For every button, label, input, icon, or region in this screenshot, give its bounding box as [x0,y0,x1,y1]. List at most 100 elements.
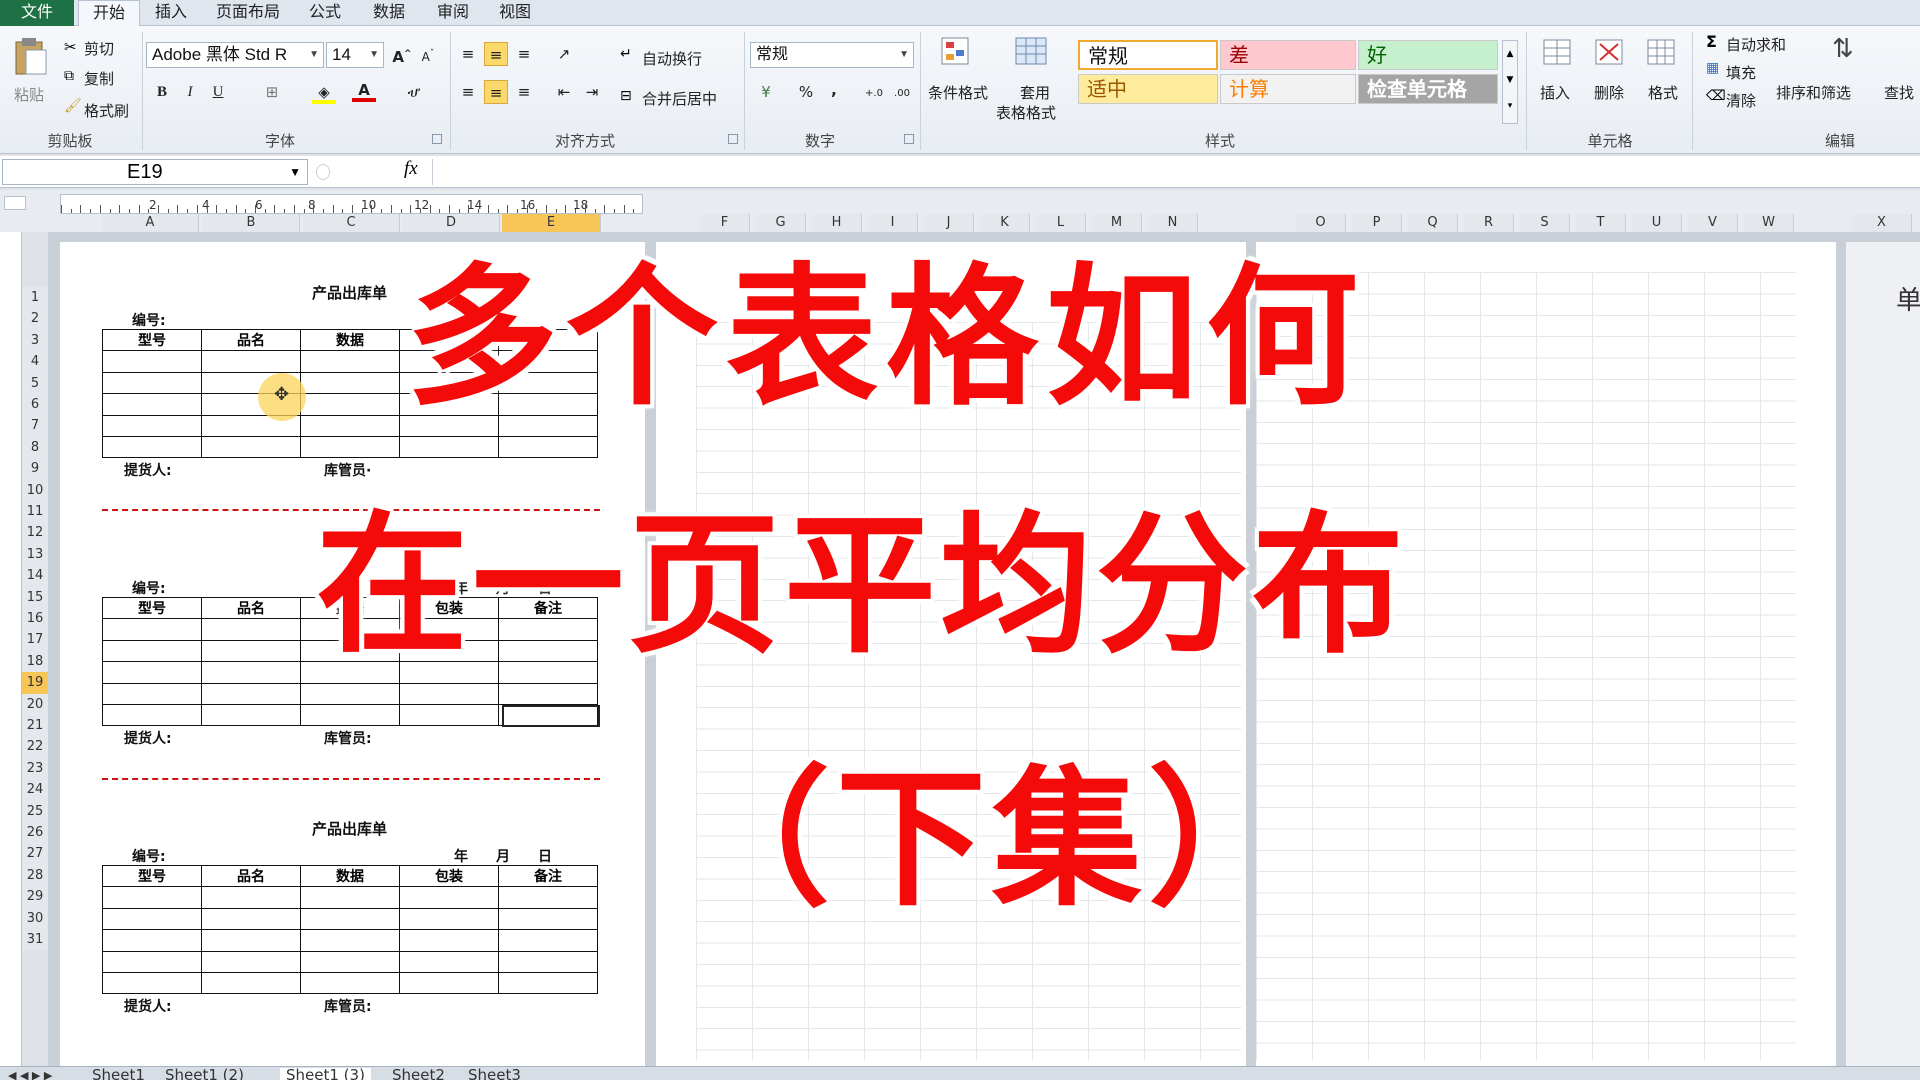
row-header-6[interactable]: 6 [22,394,48,416]
row-header-26[interactable]: 26 [22,822,48,844]
font-size-combo[interactable]: 14 ▼ [326,42,384,68]
row-header-3[interactable]: 3 [22,329,48,352]
table-cell[interactable] [102,639,202,663]
cell-style-5[interactable]: 检查单元格 [1358,74,1498,104]
sheet-tab[interactable]: Sheet1 (2) [165,1068,244,1080]
table-header-cell[interactable]: 型号 [102,864,202,888]
table-cell[interactable] [201,703,301,727]
decrease-decimal-icon[interactable]: .00 [890,82,914,106]
table-cell[interactable] [399,703,499,727]
table-header-cell[interactable]: 数据 [300,864,400,888]
formula-input[interactable] [432,159,1916,185]
sort-filter-button[interactable]: 排序和筛选 [1776,82,1851,103]
tab-formulas[interactable]: 公式 [300,0,350,26]
tab-page-layout[interactable]: 页面布局 [208,0,288,26]
table-cell[interactable] [201,639,301,663]
tab-review[interactable]: 审阅 [428,0,478,26]
table-header-cell[interactable]: 备注 [498,864,598,888]
table-cell[interactable] [300,350,400,373]
cell-style-2[interactable]: 好 [1358,40,1498,70]
row-header-28[interactable]: 28 [22,864,48,887]
row-header-24[interactable]: 24 [22,779,48,801]
table-cell[interactable] [498,682,598,705]
merge-center-button[interactable]: 合并后居中 [642,88,717,109]
column-header-c[interactable]: C [303,214,400,232]
row-header-21[interactable]: 21 [22,715,48,737]
styles-scroll-icon[interactable]: ▲ ▼ ▾ [1502,40,1518,124]
underline-button[interactable]: U [206,80,230,104]
table-cell[interactable] [201,618,301,641]
table-cell[interactable] [201,682,301,705]
table-cell[interactable] [300,703,400,727]
table-cell[interactable] [102,703,202,727]
row-header-13[interactable]: 13 [22,543,48,566]
table-cell[interactable] [102,661,202,684]
font-dialog-launcher-icon[interactable] [432,134,442,144]
table-cell[interactable] [102,350,202,373]
row-header-9[interactable]: 9 [22,458,48,480]
row-header-1[interactable]: 1 [22,287,48,309]
row-header-7[interactable]: 7 [22,415,48,437]
column-header-r[interactable]: R [1464,214,1514,232]
name-box[interactable]: E19 ▼ [2,159,308,185]
currency-icon[interactable]: ¥ [754,80,778,104]
column-header-t[interactable]: T [1576,214,1626,232]
row-header-31[interactable]: 31 [22,929,48,951]
cut-button[interactable]: 剪切 [84,38,114,59]
table-cell[interactable] [300,950,400,973]
row-header-10[interactable]: 10 [22,479,48,501]
row-header-19[interactable]: 19 [22,672,48,694]
row-header-8[interactable]: 8 [22,436,48,459]
insert-button[interactable]: 插入 [1540,82,1570,103]
align-center-icon[interactable]: ≡ [484,80,508,104]
align-top-icon[interactable]: ≡ [456,42,480,66]
table-cell[interactable] [300,414,400,437]
table-cell[interactable] [399,950,499,973]
column-header-a[interactable]: A [102,214,199,232]
table-cell[interactable] [201,950,301,973]
table-cell[interactable] [201,350,301,373]
table-header-cell[interactable]: 品名 [201,328,301,352]
number-dialog-launcher-icon[interactable] [904,134,914,144]
paste-button[interactable]: 粘贴 [8,34,52,118]
row-header-12[interactable]: 12 [22,522,48,544]
table-cell[interactable] [201,661,301,684]
row-header-4[interactable]: 4 [22,351,48,373]
table-cell[interactable] [102,618,202,641]
shrink-font-icon[interactable]: Aˇ [416,42,440,66]
tab-home[interactable]: 开始 [78,0,140,27]
fill-color-icon[interactable]: ◈ [312,80,336,104]
table-header-cell[interactable]: 包装 [399,864,499,888]
row-header-18[interactable]: 18 [22,650,48,673]
row-header-29[interactable]: 29 [22,886,48,908]
table-cell[interactable] [498,950,598,973]
cell-style-4[interactable]: 计算 [1220,74,1356,104]
table-cell[interactable] [102,393,202,416]
copy-button[interactable]: 复制 [84,68,114,89]
sheet-nav-icon[interactable]: ◀ ◀ ▶ ▶ [8,1068,52,1080]
table-cell[interactable] [300,929,400,952]
select-all-icon[interactable] [4,196,26,210]
table-cell[interactable] [300,682,400,705]
tab-insert[interactable]: 插入 [146,0,196,26]
table-header-cell[interactable]: 品名 [201,864,301,888]
table-cell[interactable] [300,435,400,459]
row-header-25[interactable]: 25 [22,800,48,822]
table-cell[interactable] [300,886,400,909]
orientation-icon[interactable]: ↗ [552,42,576,66]
increase-indent-icon[interactable]: ⇥ [580,80,604,104]
font-color-icon[interactable]: A [352,78,376,102]
align-right-icon[interactable]: ≡ [512,80,536,104]
row-header-5[interactable]: 5 [22,372,48,394]
alignment-dialog-launcher-icon[interactable] [728,134,738,144]
table-cell[interactable] [498,907,598,931]
delete-button[interactable]: 删除 [1594,82,1624,103]
table-cell[interactable] [201,907,301,931]
insert-function-icon[interactable]: fx [404,158,418,180]
row-header-15[interactable]: 15 [22,586,48,608]
number-format-combo[interactable]: 常规 ▼ [750,42,914,68]
fill-button[interactable]: 填充 [1726,62,1756,83]
row-header-23[interactable]: 23 [22,757,48,780]
wrap-text-button[interactable]: 自动换行 [642,48,702,69]
active-cell[interactable] [502,705,600,727]
